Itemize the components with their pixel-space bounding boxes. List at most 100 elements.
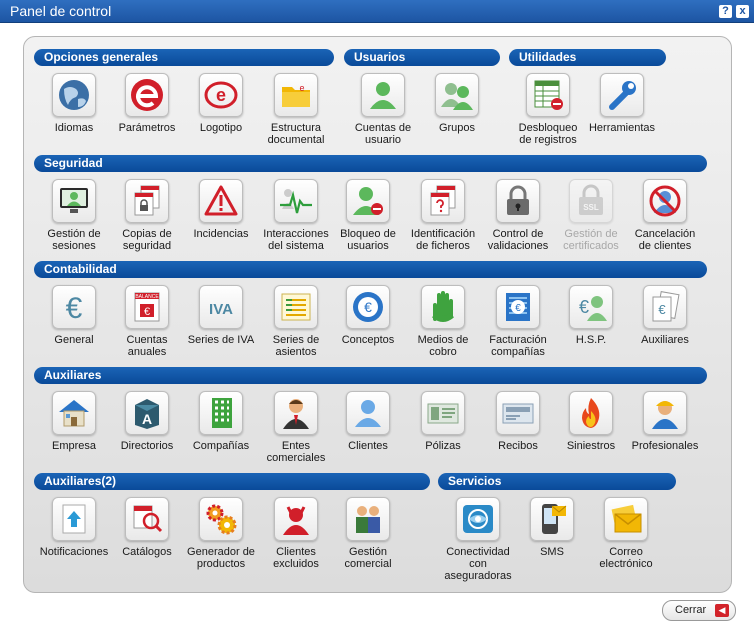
item-cuentas-anuales[interactable]: BALANCE € Cuentas anuales [109, 285, 185, 358]
cerrar-button[interactable]: Cerrar ◀ [662, 600, 736, 621]
item-facturacion-companias[interactable]: € Facturación compañías [480, 285, 556, 358]
section-auxiliares-2: Auxiliares(2) [34, 473, 430, 490]
item-copias-de-seguridad[interactable]: Copias de seguridad [109, 179, 185, 252]
svg-text:€: € [66, 292, 83, 325]
item-sms[interactable]: SMS [514, 497, 590, 558]
section-opciones-generales: Opciones generales [34, 49, 334, 66]
item-cuentas-de-usuario[interactable]: Cuentas de usuario [345, 73, 421, 146]
envelope-icon [611, 504, 642, 533]
item-series-de-iva[interactable]: IVA Series de IVA [183, 285, 259, 346]
devil-user-icon [283, 506, 309, 535]
businessman-icon [283, 399, 309, 429]
item-bloqueo-de-usuarios[interactable]: Bloqueo de usuarios [330, 179, 406, 252]
policy-doc-icon [427, 403, 459, 424]
file-question-icon [430, 185, 456, 216]
item-polizas[interactable]: Pólizas [405, 391, 481, 452]
iva-icon: IVA [209, 301, 233, 318]
item-gestion-comercial[interactable]: Gestión comercial [330, 497, 406, 570]
item-correo-electronico[interactable]: Correo electrónico [588, 497, 664, 570]
item-empresa[interactable]: Empresa [36, 391, 112, 452]
item-siniestros[interactable]: Siniestros [553, 391, 629, 452]
euro-cycle-icon: € [353, 292, 383, 322]
item-clientes[interactable]: Clientes [330, 391, 406, 452]
title-bar: Panel de control ? x [0, 0, 754, 23]
section-usuarios: Usuarios [344, 49, 500, 66]
receipt-icon [502, 403, 534, 424]
section-seguridad: Seguridad [34, 155, 707, 172]
balance-doc-icon: BALANCE € [134, 292, 160, 322]
house-icon [59, 400, 89, 427]
item-notificaciones[interactable]: Notificaciones [36, 497, 112, 558]
svg-text:e: e [299, 83, 304, 93]
svg-text:€: € [364, 299, 372, 315]
worker-icon [652, 401, 678, 429]
item-idiomas[interactable]: Idiomas [36, 73, 112, 134]
building-icon [212, 398, 232, 428]
item-estructura-documental[interactable]: e Estructura documental [258, 73, 334, 146]
item-desbloqueo-de-registros[interactable]: Desbloqueo de registros [510, 73, 586, 146]
fire-icon [582, 398, 600, 428]
exit-icon: ◀ [715, 604, 729, 617]
item-conectividad-con-aseguradoras[interactable]: Conectividad con aseguradoras [440, 497, 516, 582]
control-panel-window: Panel de control ? x Opciones generales … [0, 0, 754, 627]
svg-text:SSL: SSL [583, 203, 599, 212]
folder-icon: e [282, 83, 310, 107]
monitor-user-icon [60, 188, 88, 213]
gears-icon [206, 504, 237, 535]
window-title: Panel de control [10, 3, 112, 19]
svg-text:e: e [216, 85, 226, 105]
item-recibos[interactable]: Recibos [480, 391, 556, 452]
item-grupos[interactable]: Grupos [419, 73, 495, 134]
item-series-de-asientos[interactable]: Series de asientos [258, 285, 334, 358]
item-entes-comerciales[interactable]: Entes comerciales [258, 391, 334, 464]
svg-text:€: € [579, 297, 589, 317]
logo-icon: e [204, 81, 238, 109]
ledger-icon [281, 293, 311, 321]
lock-icon [507, 185, 529, 215]
item-herramientas[interactable]: Herramientas [584, 73, 660, 134]
euro-docs-icon: € [652, 291, 680, 322]
team-icon [356, 506, 380, 533]
svg-text:€: € [144, 306, 150, 318]
item-identificacion-de-ficheros[interactable]: Identificación de ficheros [405, 179, 481, 252]
item-companias[interactable]: Compañías [183, 391, 259, 452]
item-general[interactable]: € General [36, 285, 112, 346]
svg-text:€: € [658, 302, 666, 317]
close-icon[interactable]: x [736, 5, 749, 18]
user-icon [370, 82, 396, 109]
svg-text:€: € [515, 303, 521, 314]
item-control-de-validaciones[interactable]: Control de validaciones [480, 179, 556, 252]
wrench-icon [609, 81, 636, 110]
item-interacciones-del-sistema[interactable]: Interacciones del sistema [258, 179, 334, 252]
users-euro-icon: € [579, 296, 607, 321]
e-letter-icon [131, 79, 163, 111]
invoice-building-icon: € [506, 293, 530, 321]
mobile-sms-icon [542, 504, 567, 534]
group-icon [441, 83, 473, 110]
cancel-user-icon [649, 185, 681, 217]
user-blocked-icon [353, 187, 383, 215]
item-directorios[interactable]: A Directorios [109, 391, 185, 452]
help-icon[interactable]: ? [719, 5, 732, 18]
item-parametros[interactable]: Parámetros [109, 73, 185, 134]
spreadsheet-unlock-icon [534, 80, 563, 110]
item-cancelacion-de-clientes[interactable]: Cancelación de clientes [627, 179, 703, 252]
directory-icon: A [135, 399, 159, 429]
heartbeat-icon [280, 189, 312, 214]
item-profesionales[interactable]: Profesionales [627, 391, 703, 452]
item-auxiliares-contabilidad[interactable]: € Auxiliares [627, 285, 703, 346]
item-gestion-de-sesiones[interactable]: Gestión de sesiones [36, 179, 112, 252]
item-hsp[interactable]: € H.S.P. [553, 285, 629, 346]
item-logotipo[interactable]: e Logotipo [183, 73, 259, 134]
item-incidencias[interactable]: Incidencias [183, 179, 259, 240]
catalog-search-icon [133, 505, 163, 533]
item-clientes-excluidos[interactable]: Clientes excluidos [258, 497, 334, 570]
item-medios-de-cobro[interactable]: Medios de cobro [405, 285, 481, 358]
item-generador-de-productos[interactable]: Generador de productos [183, 497, 259, 570]
item-gestion-de-certificados: SSL Gestión de certificados [553, 179, 629, 252]
connectivity-icon [463, 505, 493, 533]
item-catalogos[interactable]: Catálogos [109, 497, 185, 558]
backup-docs-icon [134, 185, 160, 216]
ssl-lock-icon: SSL [579, 184, 603, 215]
item-conceptos[interactable]: € Conceptos [330, 285, 406, 346]
